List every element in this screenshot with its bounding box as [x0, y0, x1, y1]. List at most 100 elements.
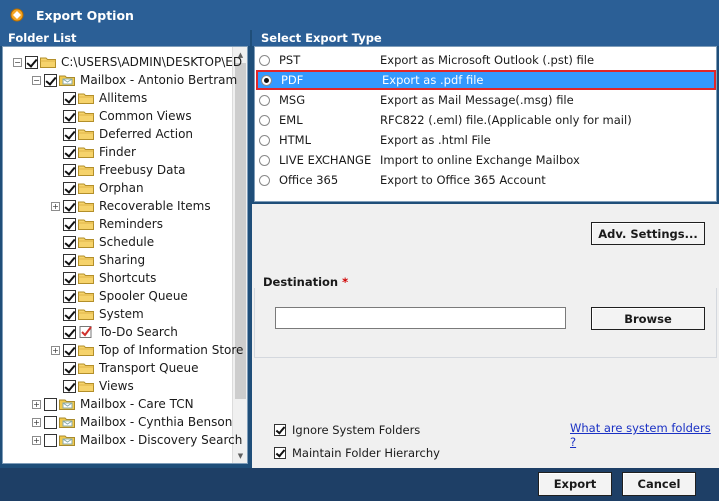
tree-item[interactable]: Freebusy Data: [51, 161, 186, 179]
tree-item[interactable]: Reminders: [51, 215, 163, 233]
ignore-system-folders-option[interactable]: Ignore System Folders: [274, 423, 420, 437]
expand-icon[interactable]: +: [51, 201, 60, 211]
tree-item[interactable]: Common Views: [51, 107, 192, 125]
export-type-option[interactable]: LIVE EXCHANGE Import to online Exchange M…: [256, 150, 716, 170]
tree-item-label: Freebusy Data: [99, 163, 186, 177]
export-type-option[interactable]: EML RFC822 (.eml) file.(Applicable only f…: [256, 110, 716, 130]
tree-item[interactable]: − C:\USERS\ADMIN\DESKTOP\ED: [13, 53, 242, 71]
system-folders-help-link[interactable]: What are system folders ?: [570, 421, 719, 449]
export-type-radio[interactable]: [261, 74, 272, 86]
export-type-radio[interactable]: [259, 154, 270, 166]
tree-item-checkbox[interactable]: [25, 55, 38, 69]
tree-item-checkbox[interactable]: [44, 433, 57, 447]
tree-item-label: Recoverable Items: [99, 199, 211, 213]
cancel-button[interactable]: Cancel: [622, 472, 696, 496]
scroll-down-arrow-icon[interactable]: ▼: [233, 448, 247, 463]
tree-item-checkbox[interactable]: [44, 415, 57, 429]
tree-item[interactable]: + Mailbox - Discovery Search M: [32, 431, 247, 449]
tree-item[interactable]: Orphan: [51, 179, 144, 197]
folder-icon: [78, 255, 94, 266]
export-type-description: Import to online Exchange Mailbox: [380, 153, 580, 167]
expand-icon[interactable]: +: [32, 399, 41, 409]
tree-item-checkbox[interactable]: [63, 235, 76, 249]
export-type-option[interactable]: PDF Export as .pdf file: [256, 70, 716, 90]
tree-item-checkbox[interactable]: [63, 127, 76, 141]
tree-item-label: Transport Queue: [99, 361, 199, 375]
tree-item-label: Sharing: [99, 253, 146, 267]
tree-item-label: System: [99, 307, 144, 321]
tree-item-label: Finder: [99, 145, 136, 159]
folder-icon: [78, 93, 94, 104]
tree-item-checkbox[interactable]: [63, 325, 76, 339]
todo-icon: [79, 326, 92, 338]
tree-item[interactable]: + Mailbox - Cynthia Benson: [32, 413, 232, 431]
expand-icon[interactable]: +: [51, 345, 60, 355]
folder-icon: [78, 111, 94, 122]
export-type-radio[interactable]: [259, 54, 270, 66]
tree-item-checkbox[interactable]: [63, 289, 76, 303]
tree-item[interactable]: Transport Queue: [51, 359, 199, 377]
tree-item[interactable]: Allitems: [51, 89, 147, 107]
tree-item-label: Deferred Action: [99, 127, 194, 141]
tree-scrollbar[interactable]: ▲ ▼: [232, 47, 247, 463]
ignore-system-folders-checkbox[interactable]: [274, 424, 286, 436]
app-icon: [10, 8, 24, 22]
tree-item[interactable]: + Mailbox - Care TCN: [32, 395, 194, 413]
export-type-option[interactable]: Office 365 Export to Office 365 Account: [256, 170, 716, 190]
tree-item[interactable]: System: [51, 305, 144, 323]
tree-item[interactable]: To-Do Search: [51, 323, 178, 341]
mailbox-icon: [59, 417, 75, 428]
export-type-radio[interactable]: [259, 174, 270, 186]
export-button[interactable]: Export: [538, 472, 612, 496]
tree-item-checkbox[interactable]: [63, 181, 76, 195]
export-type-option[interactable]: HTML Export as .html File: [256, 130, 716, 150]
tree-item-checkbox[interactable]: [63, 91, 76, 105]
title-bar: Export Option: [0, 0, 719, 30]
tree-item-checkbox[interactable]: [44, 73, 57, 87]
collapse-icon[interactable]: −: [32, 75, 41, 85]
tree-item-checkbox[interactable]: [63, 163, 76, 177]
tree-item[interactable]: Deferred Action: [51, 125, 193, 143]
tree-item-checkbox[interactable]: [63, 307, 76, 321]
expand-icon[interactable]: +: [32, 417, 41, 427]
expand-icon[interactable]: +: [32, 435, 41, 445]
tree-item[interactable]: − Mailbox - Antonio Bertram: [32, 71, 237, 89]
export-type-radio[interactable]: [259, 134, 270, 146]
browse-button[interactable]: Browse: [591, 307, 705, 330]
collapse-icon[interactable]: −: [13, 57, 22, 67]
destination-path-input[interactable]: [275, 307, 566, 329]
export-type-description: Export as .html File: [380, 133, 491, 147]
export-type-name: LIVE EXCHANGE: [279, 153, 372, 167]
export-type-radio[interactable]: [259, 94, 270, 106]
folder-tree[interactable]: ▲ ▼ − C:\USERS\ADMIN\DESKTOP\ED − Mailbox -…: [2, 46, 248, 464]
tree-item-checkbox[interactable]: [63, 109, 76, 123]
ignore-system-folders-label: Ignore System Folders: [292, 423, 421, 437]
export-type-option[interactable]: PST Export as Microsoft Outlook (.pst) fi…: [256, 50, 716, 70]
tree-item-checkbox[interactable]: [63, 343, 76, 357]
tree-item-checkbox[interactable]: [63, 253, 76, 267]
tree-item[interactable]: + Recoverable Items: [51, 197, 211, 215]
maintain-hierarchy-checkbox[interactable]: [274, 447, 286, 459]
tree-item[interactable]: + Top of Information Store: [51, 341, 243, 359]
tree-item-checkbox[interactable]: [44, 397, 57, 411]
adv-settings-button[interactable]: Adv. Settings...: [591, 222, 705, 245]
tree-item[interactable]: Sharing: [51, 251, 145, 269]
tree-item-checkbox[interactable]: [63, 217, 76, 231]
tree-item-checkbox[interactable]: [63, 271, 76, 285]
maintain-hierarchy-option[interactable]: Maintain Folder Hierarchy: [274, 446, 440, 460]
tree-item[interactable]: Schedule: [51, 233, 154, 251]
export-type-radio[interactable]: [259, 114, 270, 126]
tree-item-checkbox[interactable]: [63, 361, 76, 375]
tree-item-checkbox[interactable]: [63, 379, 76, 393]
folder-icon: [78, 183, 94, 194]
tree-item[interactable]: Views: [51, 377, 134, 395]
export-type-option[interactable]: MSG Export as Mail Message(.msg) file: [256, 90, 716, 110]
tree-item-label: Views: [99, 379, 134, 393]
tree-item[interactable]: Shortcuts: [51, 269, 156, 287]
export-type-name: EML: [279, 113, 303, 127]
tree-item[interactable]: Finder: [51, 143, 136, 161]
tree-item-checkbox[interactable]: [63, 199, 76, 213]
tree-item[interactable]: Spooler Queue: [51, 287, 188, 305]
tree-item-checkbox[interactable]: [63, 145, 76, 159]
tree-item-label: C:\USERS\ADMIN\DESKTOP\ED: [61, 55, 243, 69]
